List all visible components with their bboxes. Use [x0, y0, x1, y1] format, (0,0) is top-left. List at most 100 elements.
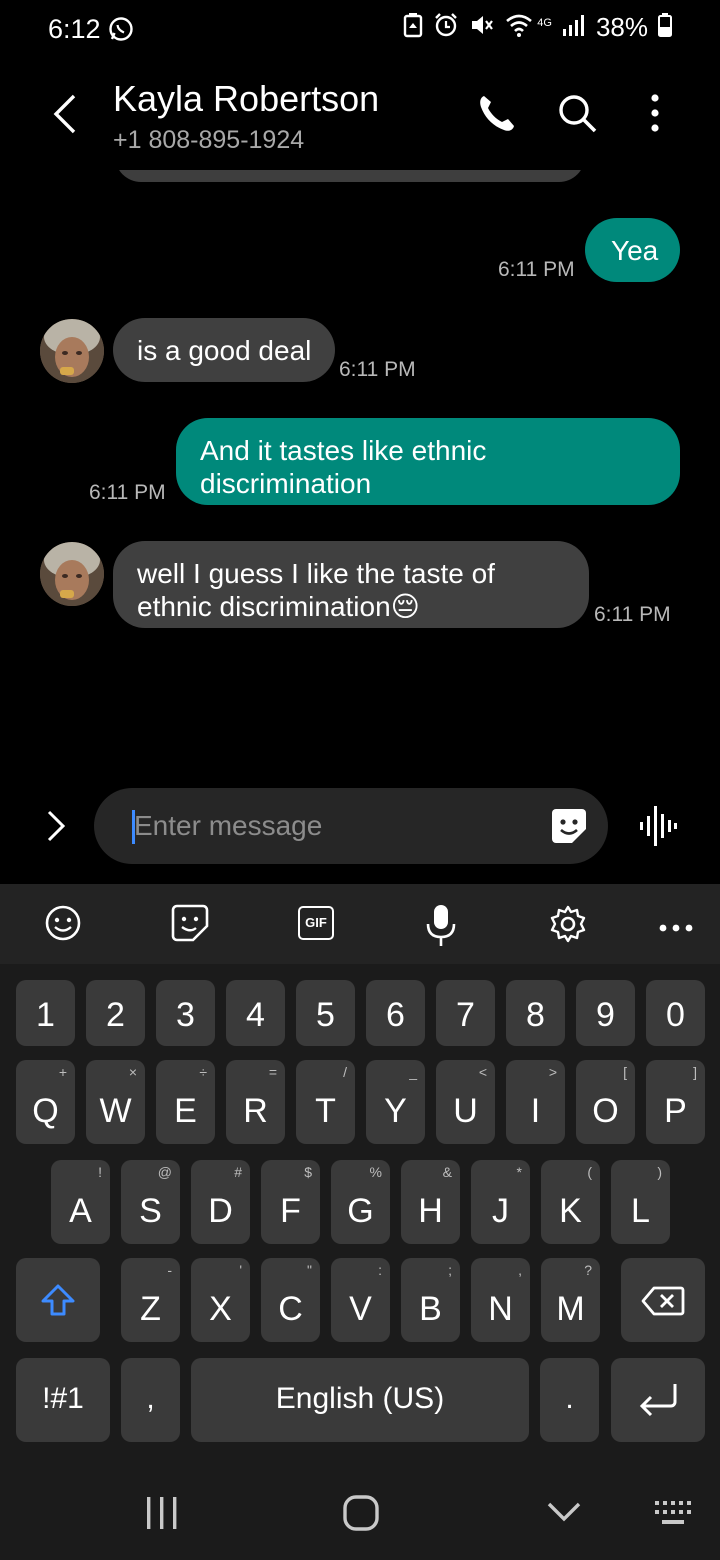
- signal-icon: [562, 13, 586, 42]
- key-o[interactable]: [O: [576, 1060, 635, 1144]
- key-g[interactable]: % G: [331, 1160, 390, 1244]
- conversation-header: Kayla Robertson +1 808-895-1924: [0, 60, 720, 170]
- message-text: is a good deal: [137, 335, 312, 366]
- key-q[interactable]: + Q: [16, 1060, 75, 1144]
- key-v[interactable]: :V: [331, 1258, 390, 1342]
- comma-key[interactable]: ,: [121, 1358, 180, 1442]
- message-input-placeholder: Enter message: [134, 810, 323, 841]
- incoming-message[interactable]: is a good deal: [113, 318, 336, 382]
- key-2[interactable]: 2: [86, 980, 145, 1046]
- key-f[interactable]: $ F: [261, 1160, 320, 1244]
- key-s[interactable]: @ S: [121, 1160, 180, 1244]
- status-time: 6:12: [48, 14, 101, 44]
- key-5[interactable]: 5: [296, 980, 355, 1046]
- key-l[interactable]: ) L: [611, 1160, 670, 1244]
- navigation-bar: [0, 1470, 720, 1560]
- message-text-line-2: discrimination: [200, 468, 372, 499]
- contact-phone: +1 808-895-1924: [113, 126, 305, 154]
- wifi-icon: [505, 12, 533, 43]
- keyboard-switch-icon[interactable]: [654, 1500, 696, 1533]
- key-8[interactable]: 8: [506, 980, 565, 1046]
- search-icon[interactable]: [556, 92, 598, 139]
- contact-avatar[interactable]: [40, 542, 104, 606]
- message-text-line-1: well I guess I like the taste of: [137, 558, 495, 589]
- key-z[interactable]: -Z: [121, 1258, 180, 1342]
- key-0[interactable]: 0: [646, 980, 705, 1046]
- network-type: 4G: [537, 16, 552, 29]
- symbols-key[interactable]: !#1: [16, 1358, 110, 1442]
- period-key[interactable]: .: [540, 1358, 599, 1442]
- sticker-icon[interactable]: [171, 904, 209, 947]
- battery-saver-icon: [403, 12, 423, 43]
- key-9[interactable]: 9: [576, 980, 635, 1046]
- key-6[interactable]: 6: [366, 980, 425, 1046]
- key-i[interactable]: > I: [506, 1060, 565, 1144]
- key-7[interactable]: 7: [436, 980, 495, 1046]
- more-options-icon[interactable]: [645, 92, 665, 139]
- shift-icon: [40, 1282, 76, 1323]
- message-text-line-1: And it tastes like ethnic: [200, 435, 487, 466]
- whatsapp-icon: [108, 16, 134, 47]
- key-w[interactable]: × W: [86, 1060, 145, 1144]
- gif-icon[interactable]: GIF: [298, 906, 334, 940]
- expand-options-icon[interactable]: [44, 808, 68, 849]
- emoji-icon[interactable]: [44, 904, 82, 947]
- back-icon[interactable]: [48, 94, 82, 139]
- gif-label: GIF: [305, 915, 327, 930]
- key-n[interactable]: ,N: [471, 1258, 530, 1342]
- message-time: 6:11 PM: [339, 358, 416, 381]
- recent-apps-icon[interactable]: [144, 1495, 180, 1536]
- more-icon[interactable]: [658, 920, 694, 938]
- key-y[interactable]: _ Y: [366, 1060, 425, 1144]
- contact-avatar[interactable]: [40, 319, 104, 383]
- key-4[interactable]: 4: [226, 980, 285, 1046]
- battery-percent: 38%: [595, 12, 648, 42]
- key-c[interactable]: " C: [261, 1258, 320, 1342]
- message-input[interactable]: Enter message: [94, 788, 608, 864]
- key-k[interactable]: (K: [541, 1160, 600, 1244]
- key-3[interactable]: 3: [156, 980, 215, 1046]
- key-b[interactable]: ; B: [401, 1258, 460, 1342]
- key-1[interactable]: 1: [16, 980, 75, 1046]
- outgoing-message[interactable]: Yea: [585, 218, 680, 282]
- keyboard-toolbar: GIF: [0, 884, 720, 964]
- message-time: 6:11 PM: [498, 258, 575, 281]
- status-bar: 6:12 4G 38%: [0, 0, 720, 60]
- microphone-icon[interactable]: [424, 904, 458, 953]
- enter-icon: [637, 1382, 679, 1423]
- composer-row: Enter message: [0, 788, 720, 864]
- previous-message-bubble[interactable]: [115, 170, 585, 182]
- mute-icon: [469, 12, 495, 43]
- key-d[interactable]: # D: [191, 1160, 250, 1244]
- backspace-key[interactable]: [621, 1258, 705, 1342]
- key-x[interactable]: ' X: [191, 1258, 250, 1342]
- key-m[interactable]: ? M: [541, 1258, 600, 1342]
- key-h[interactable]: & H: [401, 1160, 460, 1244]
- key-t[interactable]: / T: [296, 1060, 355, 1144]
- keyboard: GIF 1 2 3 4 5 6 7 8 9 0 + Q × W ÷ E = R / T _…: [0, 884, 720, 1560]
- key-j[interactable]: * J: [471, 1160, 530, 1244]
- contact-name[interactable]: Kayla Robertson: [113, 78, 379, 120]
- hide-keyboard-icon[interactable]: [546, 1500, 582, 1529]
- enter-key[interactable]: [611, 1358, 705, 1442]
- message-time: 6:11 PM: [594, 603, 671, 626]
- message-text: Yea: [611, 235, 659, 266]
- message-text-line-2: ethnic discrimination: [137, 591, 391, 622]
- key-u[interactable]: < U: [436, 1060, 495, 1144]
- battery-icon: [658, 13, 672, 42]
- settings-icon[interactable]: [548, 904, 588, 949]
- key-r[interactable]: = R: [226, 1060, 285, 1144]
- space-key[interactable]: English (US): [191, 1358, 529, 1442]
- key-p[interactable]: ] P: [646, 1060, 705, 1144]
- outgoing-message[interactable]: And it tastes like ethnic discrimination: [176, 418, 680, 505]
- home-icon[interactable]: [342, 1494, 380, 1537]
- phone-icon[interactable]: [476, 92, 518, 139]
- key-e[interactable]: ÷ E: [156, 1060, 215, 1144]
- message-time: 6:11 PM: [89, 481, 166, 504]
- message-list[interactable]: 6:11 PM Yea is a good deal 6:11 PM 6:11 …: [0, 170, 720, 780]
- key-a[interactable]: ! A: [51, 1160, 110, 1244]
- sticker-icon[interactable]: [550, 807, 588, 850]
- voice-input-icon[interactable]: [636, 804, 678, 853]
- shift-key[interactable]: [16, 1258, 100, 1342]
- incoming-message[interactable]: well I guess I like the taste of ethnic …: [113, 541, 589, 628]
